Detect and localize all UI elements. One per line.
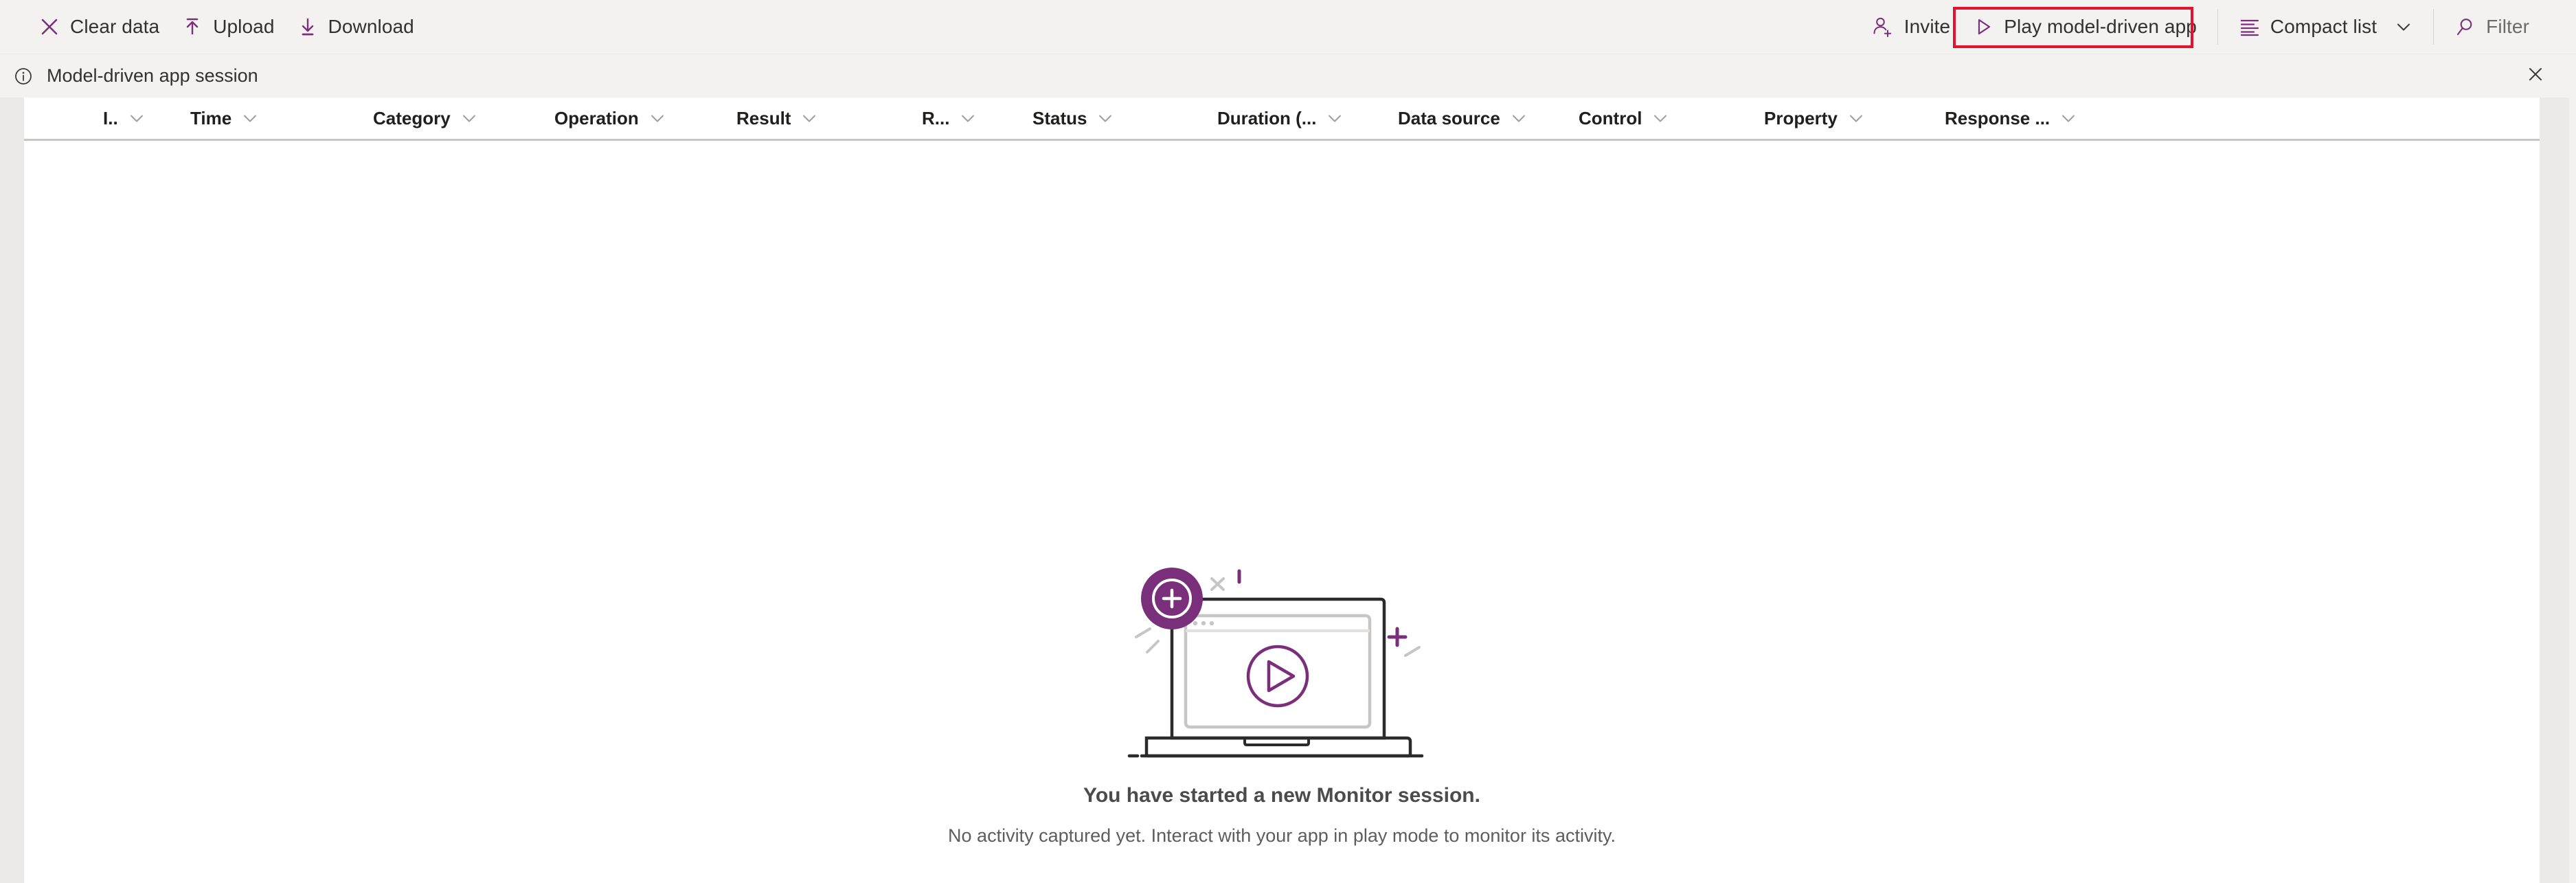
- column-label: Time: [190, 107, 232, 128]
- compact-list-button[interactable]: Compact list: [2228, 7, 2424, 47]
- column-header-r[interactable]: R...: [922, 98, 977, 139]
- invite-button[interactable]: Invite: [1860, 7, 1962, 47]
- toolbar-divider-1: [2217, 9, 2218, 45]
- left-rail: [0, 98, 24, 883]
- info-circle-icon: [12, 65, 34, 87]
- column-header-category[interactable]: Category: [373, 98, 478, 139]
- chevron-down-icon: [1096, 109, 1114, 127]
- laptop-play-illustration: [1124, 556, 1440, 769]
- compact-list-label: Compact list: [2270, 16, 2377, 37]
- column-label: Operation: [554, 107, 639, 128]
- chevron-down-icon: [800, 109, 818, 127]
- right-rail: [2540, 98, 2569, 883]
- toolbar-left-group: Clear data Upload Download: [0, 7, 425, 47]
- clear-data-label: Clear data: [70, 16, 160, 37]
- chevron-down-icon: [1651, 109, 1669, 127]
- column-label: Duration (...: [1217, 107, 1317, 128]
- close-x-icon: [38, 16, 60, 38]
- grid-column-headers: I.. Time Category Operation Result R...: [24, 98, 2540, 141]
- close-icon: [2525, 64, 2546, 88]
- column-label: Result: [736, 107, 791, 128]
- column-header-response[interactable]: Response ...: [1945, 98, 2077, 139]
- toolbar-divider-2: [2433, 9, 2434, 45]
- upload-arrow-icon: [181, 16, 203, 38]
- chevron-down-icon: [241, 109, 259, 127]
- column-label: Status: [1032, 107, 1087, 128]
- monitor-app-window: Clear data Upload Download Invite Play m…: [0, 0, 2576, 883]
- column-header-data-source[interactable]: Data source: [1398, 98, 1528, 139]
- person-add-icon: [1871, 15, 1895, 38]
- column-header-operation[interactable]: Operation: [554, 98, 666, 139]
- download-label: Download: [328, 16, 414, 37]
- chevron-down-icon: [1326, 109, 1344, 127]
- column-header-time[interactable]: Time: [190, 98, 259, 139]
- download-button[interactable]: Download: [286, 7, 425, 47]
- download-arrow-icon: [297, 16, 319, 38]
- session-info-content: Model-driven app session: [0, 65, 258, 87]
- column-header-control[interactable]: Control: [1579, 98, 1669, 139]
- chevron-down-icon: [128, 109, 146, 127]
- upload-button[interactable]: Upload: [170, 7, 285, 47]
- empty-state: You have started a new Monitor session. …: [24, 141, 2540, 883]
- chevron-down-icon: [2059, 109, 2077, 127]
- column-label: Response ...: [1945, 107, 2050, 128]
- play-model-driven-app-label: Play model-driven app: [2004, 16, 2197, 37]
- filter-label: Filter: [2486, 16, 2529, 37]
- column-header-id[interactable]: I..: [103, 98, 146, 139]
- invite-label: Invite: [1903, 16, 1951, 37]
- chevron-down-icon: [648, 109, 666, 127]
- play-model-driven-app-button[interactable]: Play model-driven app: [1961, 7, 2208, 47]
- column-header-status[interactable]: Status: [1032, 98, 1114, 139]
- chevron-down-icon: [1510, 109, 1528, 127]
- command-toolbar: Clear data Upload Download Invite Play m…: [0, 0, 2576, 54]
- right-edge-strip: [2569, 98, 2576, 883]
- chevron-down-icon: [2395, 18, 2413, 36]
- column-label: Control: [1579, 107, 1642, 128]
- activity-grid: I.. Time Category Operation Result R...: [24, 98, 2540, 883]
- filter-button[interactable]: Filter: [2443, 7, 2540, 47]
- session-info-close-button[interactable]: [2520, 60, 2551, 92]
- chevron-down-icon: [1847, 109, 1865, 127]
- column-label: I..: [103, 107, 118, 128]
- empty-state-title: You have started a new Monitor session.: [1083, 784, 1480, 807]
- search-magnifier-icon: [2454, 16, 2476, 38]
- column-header-result[interactable]: Result: [736, 98, 818, 139]
- session-info-label: Model-driven app session: [47, 65, 258, 86]
- column-label: Data source: [1398, 107, 1500, 128]
- clear-data-button[interactable]: Clear data: [27, 7, 170, 47]
- toolbar-right-group: Invite Play model-driven app Compact lis: [1860, 0, 2540, 54]
- empty-state-subtitle: No activity captured yet. Interact with …: [948, 825, 1616, 846]
- list-lines-icon: [2239, 16, 2261, 38]
- chevron-down-icon: [460, 109, 478, 127]
- column-label: Property: [1764, 107, 1838, 128]
- chevron-down-icon: [959, 109, 977, 127]
- column-header-property[interactable]: Property: [1764, 98, 1865, 139]
- column-header-duration[interactable]: Duration (...: [1217, 98, 1344, 139]
- upload-label: Upload: [213, 16, 275, 37]
- session-info-bar: Model-driven app session: [0, 54, 2576, 98]
- column-label: Category: [373, 107, 451, 128]
- column-label: R...: [922, 107, 950, 128]
- play-triangle-icon: [1972, 16, 1994, 38]
